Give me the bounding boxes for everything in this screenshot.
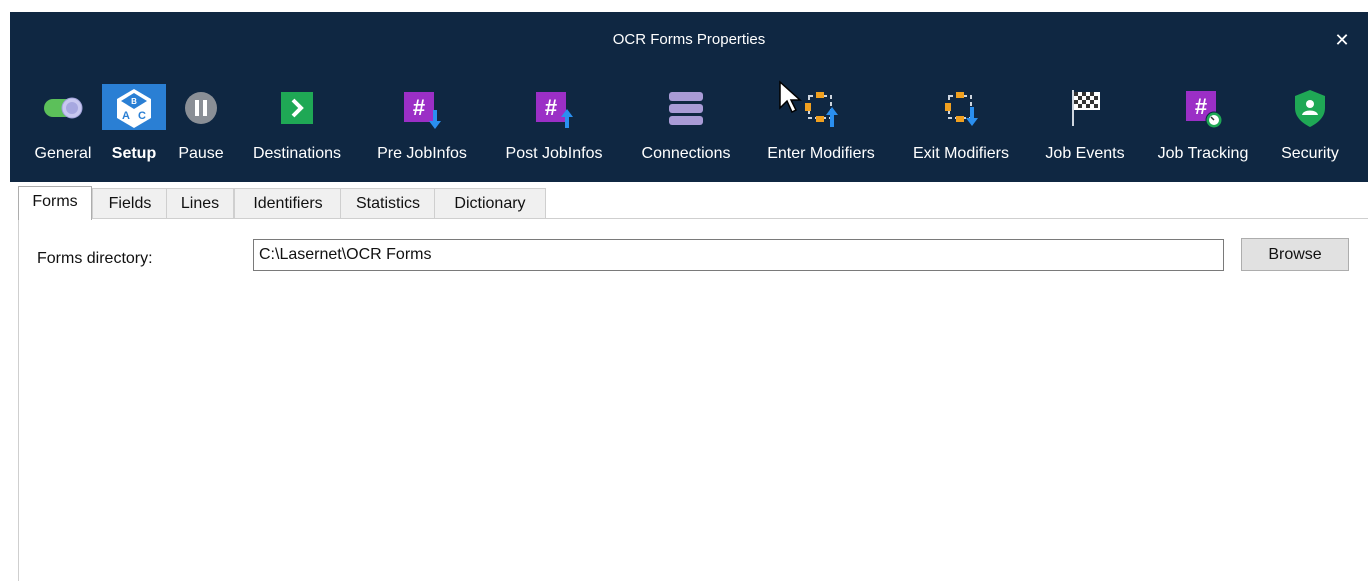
shield-user-icon — [1295, 90, 1325, 127]
toolbar-job-events-label: Job Events — [1045, 145, 1125, 162]
toolbar-general[interactable]: General — [28, 78, 98, 182]
svg-text:#: # — [1195, 94, 1207, 119]
toolbar-exit-modifiers[interactable]: Exit Modifiers — [902, 78, 1020, 182]
pause-icon — [185, 92, 217, 124]
toolbar-job-events[interactable]: Job Events — [1034, 78, 1136, 182]
toolbar-pause-label: Pause — [178, 145, 224, 162]
setup-abc-icon: B A C — [117, 89, 151, 128]
tab-forms[interactable]: Forms — [18, 186, 92, 220]
post-jobinfos-icon: # — [536, 92, 573, 128]
toolbar-general-label: General — [34, 145, 92, 162]
close-icon[interactable]: ✕ — [1328, 26, 1356, 54]
destinations-arrow-icon — [281, 92, 313, 124]
exit-modifiers-icon — [945, 92, 978, 126]
properties-window: OCR Forms Properties ✕ General B A C Set… — [10, 12, 1368, 581]
job-tracking-icon: # — [1186, 91, 1223, 129]
toolbar-pause[interactable]: Pause — [170, 78, 232, 182]
tab-identifiers[interactable]: Identifiers — [234, 188, 342, 219]
toolbar-setup[interactable]: B A C Setup — [98, 78, 170, 182]
toolbar-enter-modifiers[interactable]: Enter Modifiers — [754, 78, 888, 182]
toolbar-connections-label: Connections — [641, 145, 731, 162]
toolbar-post-jobinfos-label: Post JobInfos — [505, 145, 603, 162]
browse-button[interactable]: Browse — [1241, 238, 1349, 271]
toggle-icon — [44, 97, 83, 119]
checkered-flag-icon — [1072, 90, 1100, 126]
tab-lines[interactable]: Lines — [166, 188, 234, 219]
forms-directory-label: Forms directory: — [37, 250, 153, 267]
forms-directory-input[interactable] — [253, 239, 1224, 271]
pre-jobinfos-icon: # — [404, 92, 441, 129]
toolbar-job-tracking-label: Job Tracking — [1157, 145, 1249, 162]
forms-tab-panel: Forms directory: Browse — [18, 218, 1368, 581]
title-bar: OCR Forms Properties ✕ General B A C Set… — [10, 12, 1368, 182]
connections-stack-icon — [669, 92, 703, 125]
toolbar-exit-modifiers-label: Exit Modifiers — [912, 145, 1010, 162]
tab-statistics[interactable]: Statistics — [340, 188, 436, 219]
toolbar-destinations[interactable]: Destinations — [240, 78, 354, 182]
toolbar-post-jobinfos[interactable]: # Post JobInfos — [492, 78, 616, 182]
window-title: OCR Forms Properties — [612, 31, 766, 48]
toolbar-pre-jobinfos-label: Pre JobInfos — [377, 145, 467, 162]
toolbar-destinations-label: Destinations — [252, 145, 342, 162]
toolbar-connections[interactable]: Connections — [630, 78, 742, 182]
enter-modifiers-icon — [805, 92, 838, 127]
toolbar-pre-jobinfos[interactable]: # Pre JobInfos — [362, 78, 482, 182]
toolbar-job-tracking[interactable]: # Job Tracking — [1146, 78, 1260, 182]
toolbar-security-label: Security — [1281, 145, 1339, 162]
svg-text:B: B — [131, 97, 137, 106]
toolbar: General B A C Setup Pause Destinations #… — [10, 78, 1368, 182]
svg-text:A: A — [122, 110, 130, 122]
toolbar-security[interactable]: Security — [1268, 78, 1352, 182]
svg-text:#: # — [413, 95, 425, 120]
tab-fields[interactable]: Fields — [92, 188, 168, 219]
toolbar-enter-modifiers-label: Enter Modifiers — [767, 145, 875, 162]
tab-dictionary[interactable]: Dictionary — [434, 188, 546, 219]
toolbar-setup-label: Setup — [111, 145, 157, 162]
svg-text:#: # — [545, 95, 557, 120]
svg-text:C: C — [138, 110, 146, 122]
